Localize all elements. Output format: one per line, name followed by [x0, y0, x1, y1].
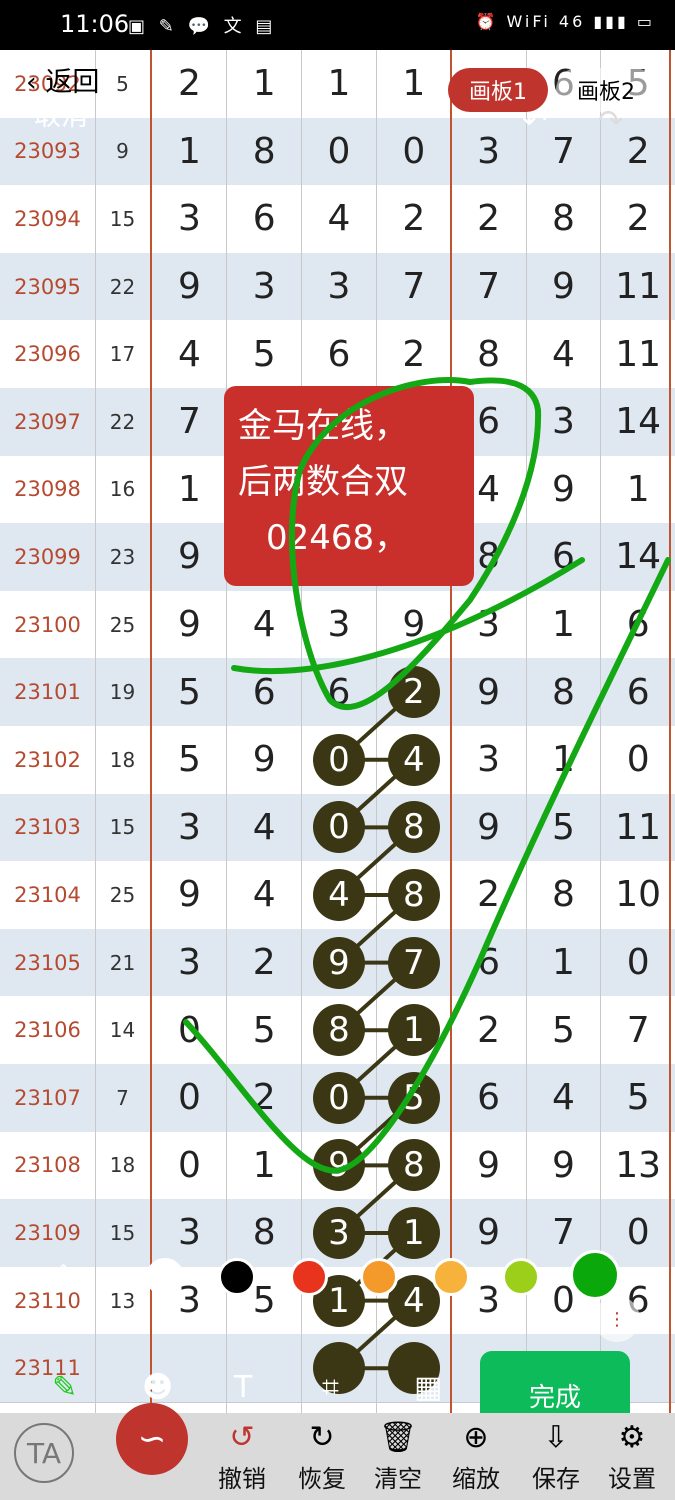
color-swatch[interactable]: [290, 1258, 328, 1296]
eraser-icon[interactable]: ◇: [52, 1256, 75, 1291]
action-label: 设置: [608, 1465, 656, 1493]
green-ink-swoosh: [231, 557, 585, 675]
action-label: 清空: [374, 1465, 422, 1493]
action-label: 缩放: [452, 1465, 500, 1493]
action-button[interactable]: ⚙ 设置: [598, 1417, 666, 1494]
action-icon: ⇩: [543, 1420, 569, 1455]
action-icon: ⊕: [463, 1420, 489, 1455]
emoji-icon[interactable]: ☻: [142, 1370, 173, 1405]
cancel-button[interactable]: 取消: [34, 94, 88, 133]
vertical-dots-icon[interactable]: ⋮: [594, 1296, 640, 1342]
action-label: 撤销: [218, 1465, 266, 1493]
action-button[interactable]: ⇩ 保存: [522, 1417, 590, 1494]
color-swatch[interactable]: [146, 1258, 184, 1296]
action-label: 恢复: [298, 1465, 346, 1493]
action-button[interactable]: 🗑 清空: [364, 1417, 432, 1494]
action-icon: ⚙: [618, 1420, 646, 1455]
action-icon: 🗑: [378, 1420, 418, 1455]
action-label: 保存: [532, 1465, 580, 1493]
mosaic-icon[interactable]: ▦: [414, 1370, 442, 1405]
pen-icon[interactable]: ✎: [52, 1370, 77, 1405]
action-button[interactable]: ⊕ 缩放: [442, 1417, 510, 1494]
undo-icon[interactable]: ↶: [522, 104, 547, 139]
color-swatch[interactable]: [570, 1250, 620, 1300]
crop-icon[interactable]: ⌗: [322, 1370, 339, 1405]
color-swatch[interactable]: [360, 1258, 398, 1296]
action-button[interactable]: ↻ 恢复: [288, 1417, 356, 1494]
color-swatch[interactable]: [218, 1258, 256, 1296]
color-swatch[interactable]: [502, 1258, 540, 1296]
color-swatch[interactable]: [432, 1258, 470, 1296]
text-style-button[interactable]: TA: [14, 1423, 74, 1483]
green-ink-loop: [289, 377, 542, 710]
text-tool-icon[interactable]: T: [234, 1370, 252, 1405]
redo-icon[interactable]: ↷: [598, 104, 623, 139]
action-button[interactable]: ↺ 撤销: [208, 1417, 276, 1494]
bottom-toolbar: TA ∽ ↺ 撤销 ↻ 恢复 🗑 清空 ⊕ 缩放 ⇩ 保存 ⚙ 设置: [0, 1403, 675, 1500]
action-icon: ↺: [229, 1420, 255, 1455]
draw-mode-button[interactable]: ∽: [116, 1403, 188, 1475]
action-icon: ↻: [309, 1420, 335, 1455]
